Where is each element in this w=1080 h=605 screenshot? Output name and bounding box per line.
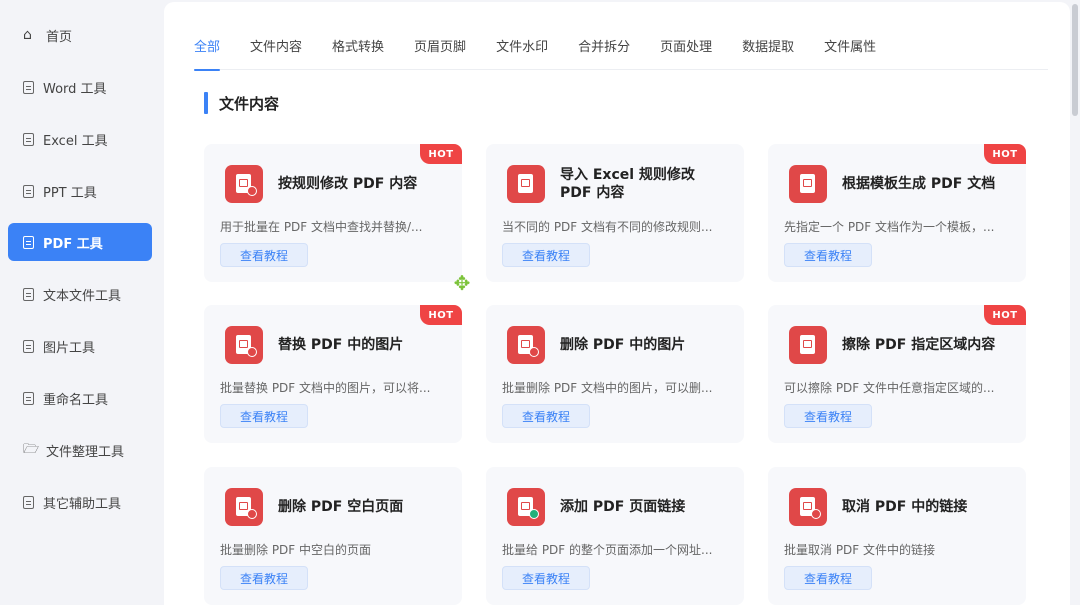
card-desc: 批量取消 PDF 文件中的链接 bbox=[784, 543, 936, 557]
tool-card[interactable]: 擦除 PDF 指定区域内容 可以擦除 PDF 文件中任意指定区域的... 查看教… bbox=[768, 305, 1026, 443]
view-tutorial-button[interactable]: 查看教程 bbox=[784, 404, 872, 428]
sidebar-item-text[interactable]: 文本文件工具 bbox=[8, 275, 152, 313]
doc-icon bbox=[23, 80, 34, 94]
sidebar-item-label: 图片工具 bbox=[43, 340, 96, 356]
pdf-replace-image-icon bbox=[225, 326, 263, 364]
tab-format-convert[interactable]: 格式转换 bbox=[332, 36, 384, 70]
card-desc: 先指定一个 PDF 文档作为一个模板，... bbox=[784, 220, 995, 234]
card-desc: 批量替换 PDF 文档中的图片，可以将... bbox=[220, 381, 431, 395]
scrollbar-thumb[interactable] bbox=[1072, 4, 1078, 116]
view-tutorial-button[interactable]: 查看教程 bbox=[220, 404, 308, 428]
sidebar-item-excel[interactable]: Excel 工具 bbox=[8, 120, 152, 158]
sidebar-item-label: 首页 bbox=[46, 29, 73, 45]
view-tutorial-button[interactable]: 查看教程 bbox=[784, 566, 872, 590]
hot-badge: HOT bbox=[984, 305, 1026, 325]
card-desc: 用于批量在 PDF 文档中查找并替换/... bbox=[220, 220, 423, 234]
card-title: 删除 PDF 中的图片 bbox=[560, 337, 686, 353]
category-tabs: 全部 文件内容 格式转换 页眉页脚 文件水印 合并拆分 页面处理 数据提取 文件… bbox=[194, 36, 1048, 71]
sidebar: ⌂ 首页 Word 工具 Excel 工具 PPT 工具 PDF 工具 文本文件… bbox=[0, 0, 162, 605]
tab-merge-split[interactable]: 合并拆分 bbox=[578, 36, 630, 70]
view-tutorial-button[interactable]: 查看教程 bbox=[502, 566, 590, 590]
view-tutorial-button[interactable]: 查看教程 bbox=[220, 566, 308, 590]
tab-file-props[interactable]: 文件属性 bbox=[824, 36, 876, 70]
sidebar-item-other[interactable]: 其它辅助工具 bbox=[8, 483, 152, 521]
tool-card[interactable]: 删除 PDF 空白页面 批量删除 PDF 中空白的页面 查看教程 bbox=[204, 467, 462, 605]
tab-page-process[interactable]: 页面处理 bbox=[660, 36, 712, 70]
card-title: 取消 PDF 中的链接 bbox=[842, 499, 968, 515]
tab-watermark[interactable]: 文件水印 bbox=[496, 36, 548, 70]
hot-badge: HOT bbox=[420, 305, 462, 325]
pdf-add-link-icon bbox=[507, 488, 545, 526]
folder-icon: 🗁 bbox=[23, 442, 40, 457]
sidebar-item-label: Word 工具 bbox=[43, 81, 107, 97]
tool-card[interactable]: 添加 PDF 页面链接 批量给 PDF 的整个页面添加一个网址... 查看教程 bbox=[486, 467, 744, 605]
sidebar-item-label: 文本文件工具 bbox=[43, 288, 122, 304]
tool-card[interactable]: 取消 PDF 中的链接 批量取消 PDF 文件中的链接 查看教程 bbox=[768, 467, 1026, 605]
pdf-template-icon bbox=[789, 165, 827, 203]
tab-all[interactable]: 全部 bbox=[194, 36, 221, 71]
section-title: 文件内容 bbox=[219, 94, 280, 113]
scrollbar[interactable] bbox=[1070, 0, 1080, 605]
section-header: 文件内容 bbox=[204, 92, 279, 114]
tab-header-footer[interactable]: 页眉页脚 bbox=[414, 36, 466, 70]
sidebar-item-label: 其它辅助工具 bbox=[43, 496, 122, 512]
home-icon: ⌂ bbox=[23, 27, 32, 43]
doc-icon bbox=[23, 495, 34, 509]
pdf-delete-image-icon bbox=[507, 326, 545, 364]
tab-data-extract[interactable]: 数据提取 bbox=[742, 36, 794, 70]
pdf-edit-icon bbox=[225, 165, 263, 203]
card-desc: 批量删除 PDF 中空白的页面 bbox=[220, 543, 372, 557]
doc-icon bbox=[23, 132, 34, 146]
sidebar-item-rename[interactable]: 重命名工具 bbox=[8, 379, 152, 417]
move-cursor-icon: ✥ bbox=[453, 271, 471, 295]
doc-icon bbox=[23, 391, 34, 405]
sidebar-item-word[interactable]: Word 工具 bbox=[8, 68, 152, 106]
card-desc: 可以擦除 PDF 文件中任意指定区域的... bbox=[784, 381, 995, 395]
card-title: 添加 PDF 页面链接 bbox=[560, 499, 686, 515]
sidebar-item-ppt[interactable]: PPT 工具 bbox=[8, 172, 152, 210]
view-tutorial-button[interactable]: 查看教程 bbox=[502, 404, 590, 428]
pdf-remove-link-icon bbox=[789, 488, 827, 526]
sidebar-item-label: 重命名工具 bbox=[43, 392, 109, 408]
view-tutorial-button[interactable]: 查看教程 bbox=[502, 243, 590, 267]
doc-icon bbox=[23, 235, 34, 249]
tab-file-content[interactable]: 文件内容 bbox=[250, 36, 302, 70]
hot-badge: HOT bbox=[420, 144, 462, 164]
excel-import-icon bbox=[507, 165, 545, 203]
sidebar-item-label: Excel 工具 bbox=[43, 133, 108, 149]
doc-icon bbox=[23, 184, 34, 198]
card-desc: 批量给 PDF 的整个页面添加一个网址... bbox=[502, 543, 713, 557]
pdf-erase-icon bbox=[789, 326, 827, 364]
doc-icon bbox=[23, 287, 34, 301]
sidebar-item-organize[interactable]: 🗁 文件整理工具 bbox=[8, 431, 152, 469]
sidebar-item-label: PPT 工具 bbox=[43, 185, 97, 201]
doc-icon bbox=[23, 339, 34, 353]
view-tutorial-button[interactable]: 查看教程 bbox=[784, 243, 872, 267]
hot-badge: HOT bbox=[984, 144, 1026, 164]
tool-card[interactable]: 导入 Excel 规则修改 PDF 内容 当不同的 PDF 文档有不同的修改规则… bbox=[486, 144, 744, 282]
tool-card[interactable]: 删除 PDF 中的图片 批量删除 PDF 文档中的图片，可以删... 查看教程 bbox=[486, 305, 744, 443]
sidebar-item-pdf[interactable]: PDF 工具 bbox=[8, 223, 152, 261]
card-desc: 当不同的 PDF 文档有不同的修改规则... bbox=[502, 220, 713, 234]
sidebar-item-image[interactable]: 图片工具 bbox=[8, 327, 152, 365]
card-title: 删除 PDF 空白页面 bbox=[278, 499, 404, 515]
tool-card[interactable]: 根据模板生成 PDF 文档 先指定一个 PDF 文档作为一个模板，... 查看教… bbox=[768, 144, 1026, 282]
pdf-delete-blank-icon bbox=[225, 488, 263, 526]
main-panel: 全部 文件内容 格式转换 页眉页脚 文件水印 合并拆分 页面处理 数据提取 文件… bbox=[164, 2, 1070, 605]
sidebar-item-label: PDF 工具 bbox=[43, 236, 103, 252]
sidebar-item-label: 文件整理工具 bbox=[46, 444, 125, 460]
card-desc: 批量删除 PDF 文档中的图片，可以删... bbox=[502, 381, 713, 395]
section-accent-bar bbox=[204, 92, 208, 114]
view-tutorial-button[interactable]: 查看教程 bbox=[220, 243, 308, 267]
tool-card[interactable]: 替换 PDF 中的图片 批量替换 PDF 文档中的图片，可以将... 查看教程 … bbox=[204, 305, 462, 443]
sidebar-item-home[interactable]: ⌂ 首页 bbox=[8, 16, 152, 54]
card-title: 导入 Excel 规则修改 PDF 内容 bbox=[560, 167, 695, 201]
tool-card[interactable]: 按规则修改 PDF 内容 用于批量在 PDF 文档中查找并替换/... 查看教程… bbox=[204, 144, 462, 282]
